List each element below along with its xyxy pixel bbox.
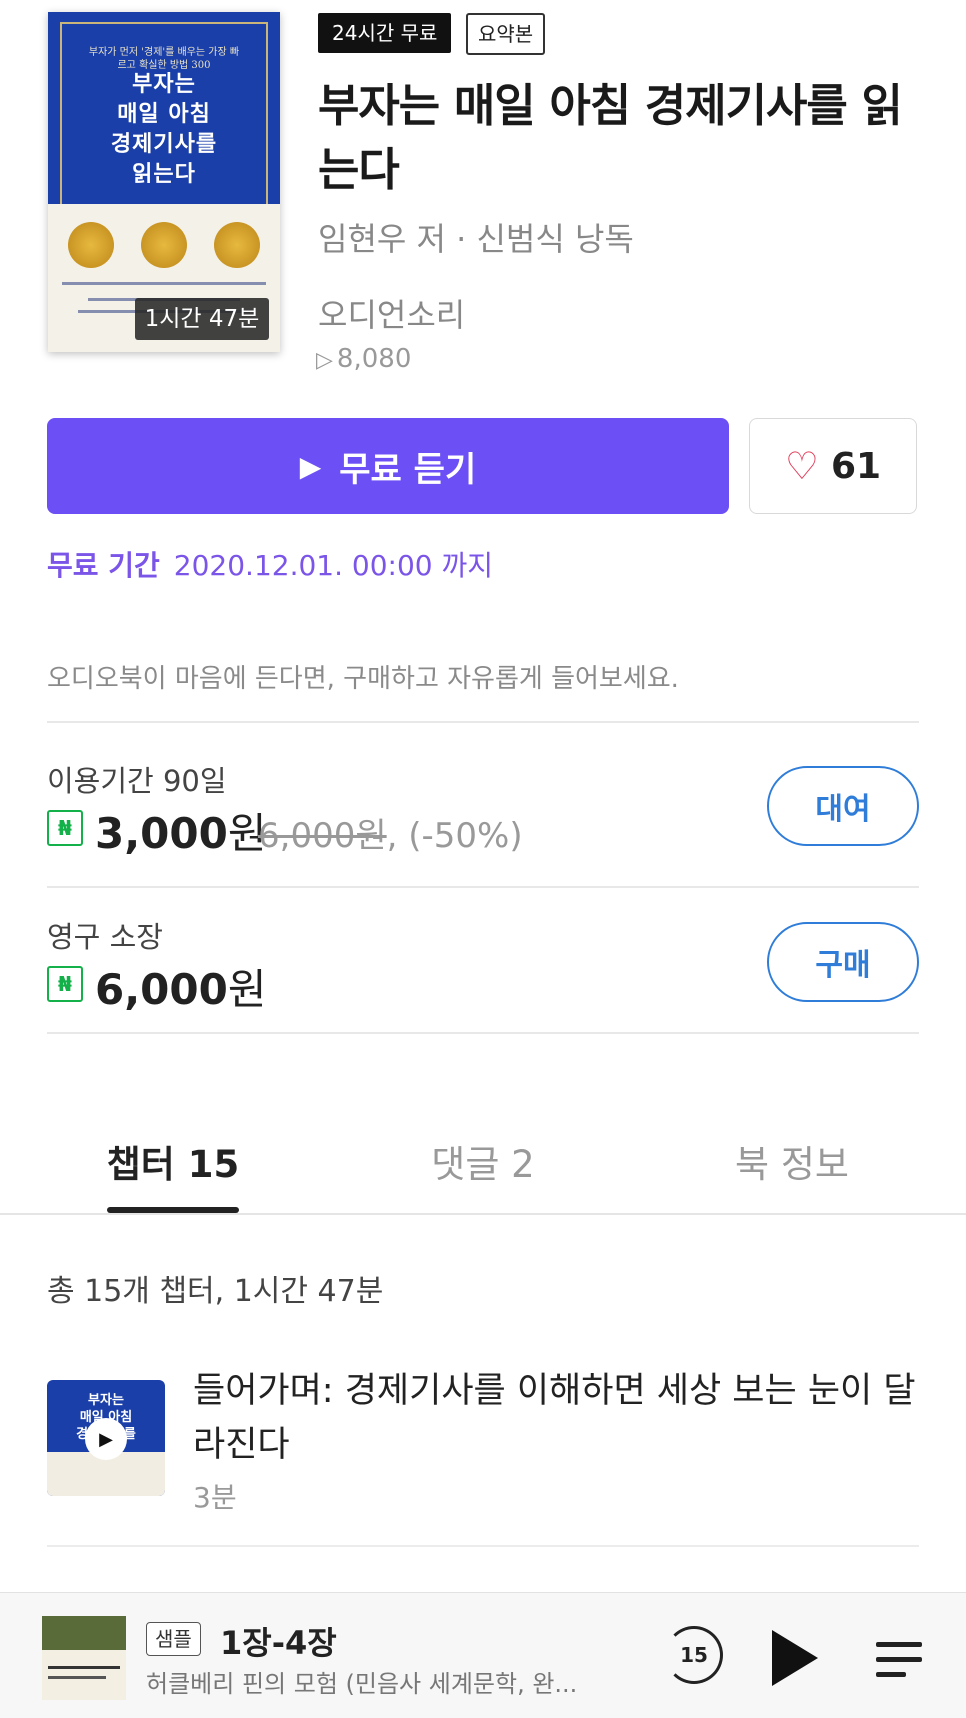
like-count: 61 bbox=[830, 445, 882, 487]
mini-player[interactable] bbox=[0, 1592, 966, 1718]
book-title: 부자는 매일 아침 경제기사를 읽는다 bbox=[318, 79, 903, 196]
free-listen-button[interactable]: ▶ 무료 듣기 bbox=[47, 418, 729, 514]
thumbnail-text-line bbox=[48, 1676, 106, 1679]
free-period: 무료 기간 2020.12.01. 00:00 까지 bbox=[47, 544, 493, 584]
original-price: 6,000원 bbox=[258, 816, 387, 856]
free-listen-label: 무료 듣기 bbox=[339, 449, 477, 490]
divider bbox=[47, 1545, 919, 1547]
cover-text-line bbox=[62, 282, 266, 285]
purchase-label: 영구 소장 bbox=[47, 920, 163, 954]
cover-seal bbox=[214, 222, 260, 268]
purchase-promo-text: 오디오북이 마음에 든다면, 구매하고 자유롭게 들어보세요. bbox=[47, 664, 679, 694]
play-count-value: 8,080 bbox=[336, 344, 412, 374]
mini-player-thumbnail[interactable] bbox=[42, 1616, 126, 1700]
thumbnail-text-line bbox=[48, 1666, 120, 1669]
play-count: ▷ 8,080 bbox=[316, 344, 411, 374]
heart-icon: ♡ bbox=[784, 444, 819, 488]
tab-chapters[interactable]: 챕터 15 bbox=[93, 1134, 253, 1188]
chapter-summary: 총 15개 챕터, 1시간 47분 bbox=[47, 1274, 384, 1309]
rental-original-price: 6,000원, (-50%) bbox=[258, 808, 523, 857]
divider bbox=[47, 1032, 919, 1034]
tab-comments[interactable]: 댓글 2 bbox=[403, 1134, 563, 1188]
rental-label: 이용기간 90일 bbox=[47, 764, 227, 798]
cover-duration-badge: 1시간 47분 bbox=[135, 298, 269, 340]
purchase-price-value: 6,000 bbox=[95, 965, 228, 1014]
mini-player-title[interactable]: 1장-4장 bbox=[220, 1618, 337, 1664]
purchase-price: 6,000원 bbox=[95, 956, 267, 1017]
mini-player-subtitle[interactable]: 허클베리 핀의 모험 (민음사 세계문학, 완... bbox=[146, 1664, 586, 1699]
free-badge: 24시간 무료 bbox=[318, 13, 452, 53]
play-icon: ▶ bbox=[299, 449, 322, 483]
purchase-price-unit: 원 bbox=[227, 965, 267, 1014]
rewind-15-icon[interactable]: 15 bbox=[665, 1626, 723, 1684]
like-button[interactable]: ♡ 61 bbox=[749, 418, 917, 514]
playlist-icon[interactable] bbox=[876, 1638, 922, 1682]
summary-badge: 요약본 bbox=[466, 13, 546, 55]
currency-icon: ₦ bbox=[47, 966, 83, 1002]
buy-button[interactable]: 구매 bbox=[767, 922, 919, 1002]
rental-price: 3,000원 bbox=[95, 800, 267, 861]
divider bbox=[47, 886, 919, 888]
cover-seal bbox=[141, 222, 187, 268]
currency-icon: ₦ bbox=[47, 810, 83, 846]
tab-book-info[interactable]: 북 정보 bbox=[712, 1134, 872, 1188]
rental-price-value: 3,000 bbox=[95, 809, 228, 858]
chapter-duration: 3분 bbox=[193, 1481, 237, 1514]
chapter-title[interactable]: 들어가며: 경제기사를 이해하면 세상 보는 눈이 달라진다 bbox=[193, 1364, 919, 1472]
play-count-icon: ▷ bbox=[316, 348, 333, 373]
play-icon[interactable]: ▶ bbox=[85, 1418, 127, 1460]
free-period-label: 무료 기간 bbox=[47, 549, 160, 582]
thumbnail-image bbox=[42, 1616, 126, 1650]
active-tab-indicator bbox=[107, 1207, 239, 1213]
chapter-thumbnail[interactable]: 부자는 매일 아침 경제기사를 ▶ bbox=[47, 1380, 165, 1496]
tabs-border bbox=[0, 1213, 966, 1215]
cover-title: 부자는 매일 아침 경제기사를 읽는다 bbox=[110, 72, 218, 187]
rewind-seconds: 15 bbox=[680, 1643, 708, 1667]
free-period-date: 2020.12.01. 00:00 까지 bbox=[173, 549, 494, 582]
cover-tagline: 부자가 먼저 '경제'를 배우는 가장 빠르고 확실한 방법 300 bbox=[88, 47, 240, 71]
book-authors[interactable]: 임현우 저 · 신범식 낭독 bbox=[318, 214, 634, 260]
book-publisher[interactable]: 오디언소리 bbox=[318, 290, 465, 336]
discount-rate: , (-50%) bbox=[386, 816, 523, 856]
sample-badge: 샘플 bbox=[146, 1622, 201, 1656]
rent-button[interactable]: 대여 bbox=[767, 766, 919, 846]
cover-seal bbox=[68, 222, 114, 268]
play-icon[interactable] bbox=[772, 1630, 818, 1686]
divider bbox=[47, 721, 919, 723]
